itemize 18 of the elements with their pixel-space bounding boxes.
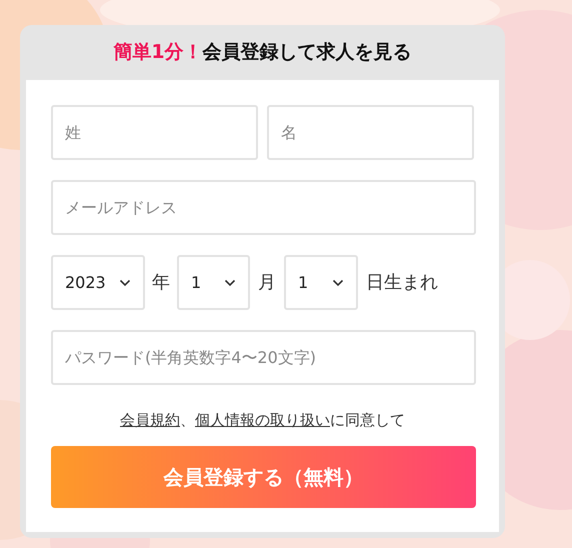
terms-link[interactable]: 個人情報の取り扱い — [195, 411, 330, 429]
dropdown[interactable]: 1 — [284, 255, 358, 310]
input-field[interactable]: パスワード(半角英数字4〜20文字) — [51, 330, 476, 385]
chevron-down-icon — [332, 278, 344, 286]
chevron-down-icon — [224, 278, 236, 286]
input-field[interactable]: メールアドレス — [51, 180, 476, 235]
terms-link[interactable]: 会員規約 — [120, 411, 180, 429]
dropdown[interactable]: 1 — [177, 255, 250, 310]
title-highlight: 簡単1分！ — [113, 40, 203, 66]
month-label: 月 — [258, 271, 276, 295]
chevron-down-icon — [119, 278, 131, 286]
form-title: 会員登録して求人を見る — [202, 40, 412, 66]
dropdown[interactable]: 2023 — [51, 255, 145, 310]
input-field[interactable]: 姓 — [51, 105, 258, 160]
birth-label: 日生まれ — [366, 271, 438, 295]
agreement-text: 会員規約、個人情報の取り扱いに同意して — [119, 410, 406, 431]
year-label: 年 — [152, 271, 170, 295]
input-field[interactable]: 名 — [267, 105, 474, 160]
